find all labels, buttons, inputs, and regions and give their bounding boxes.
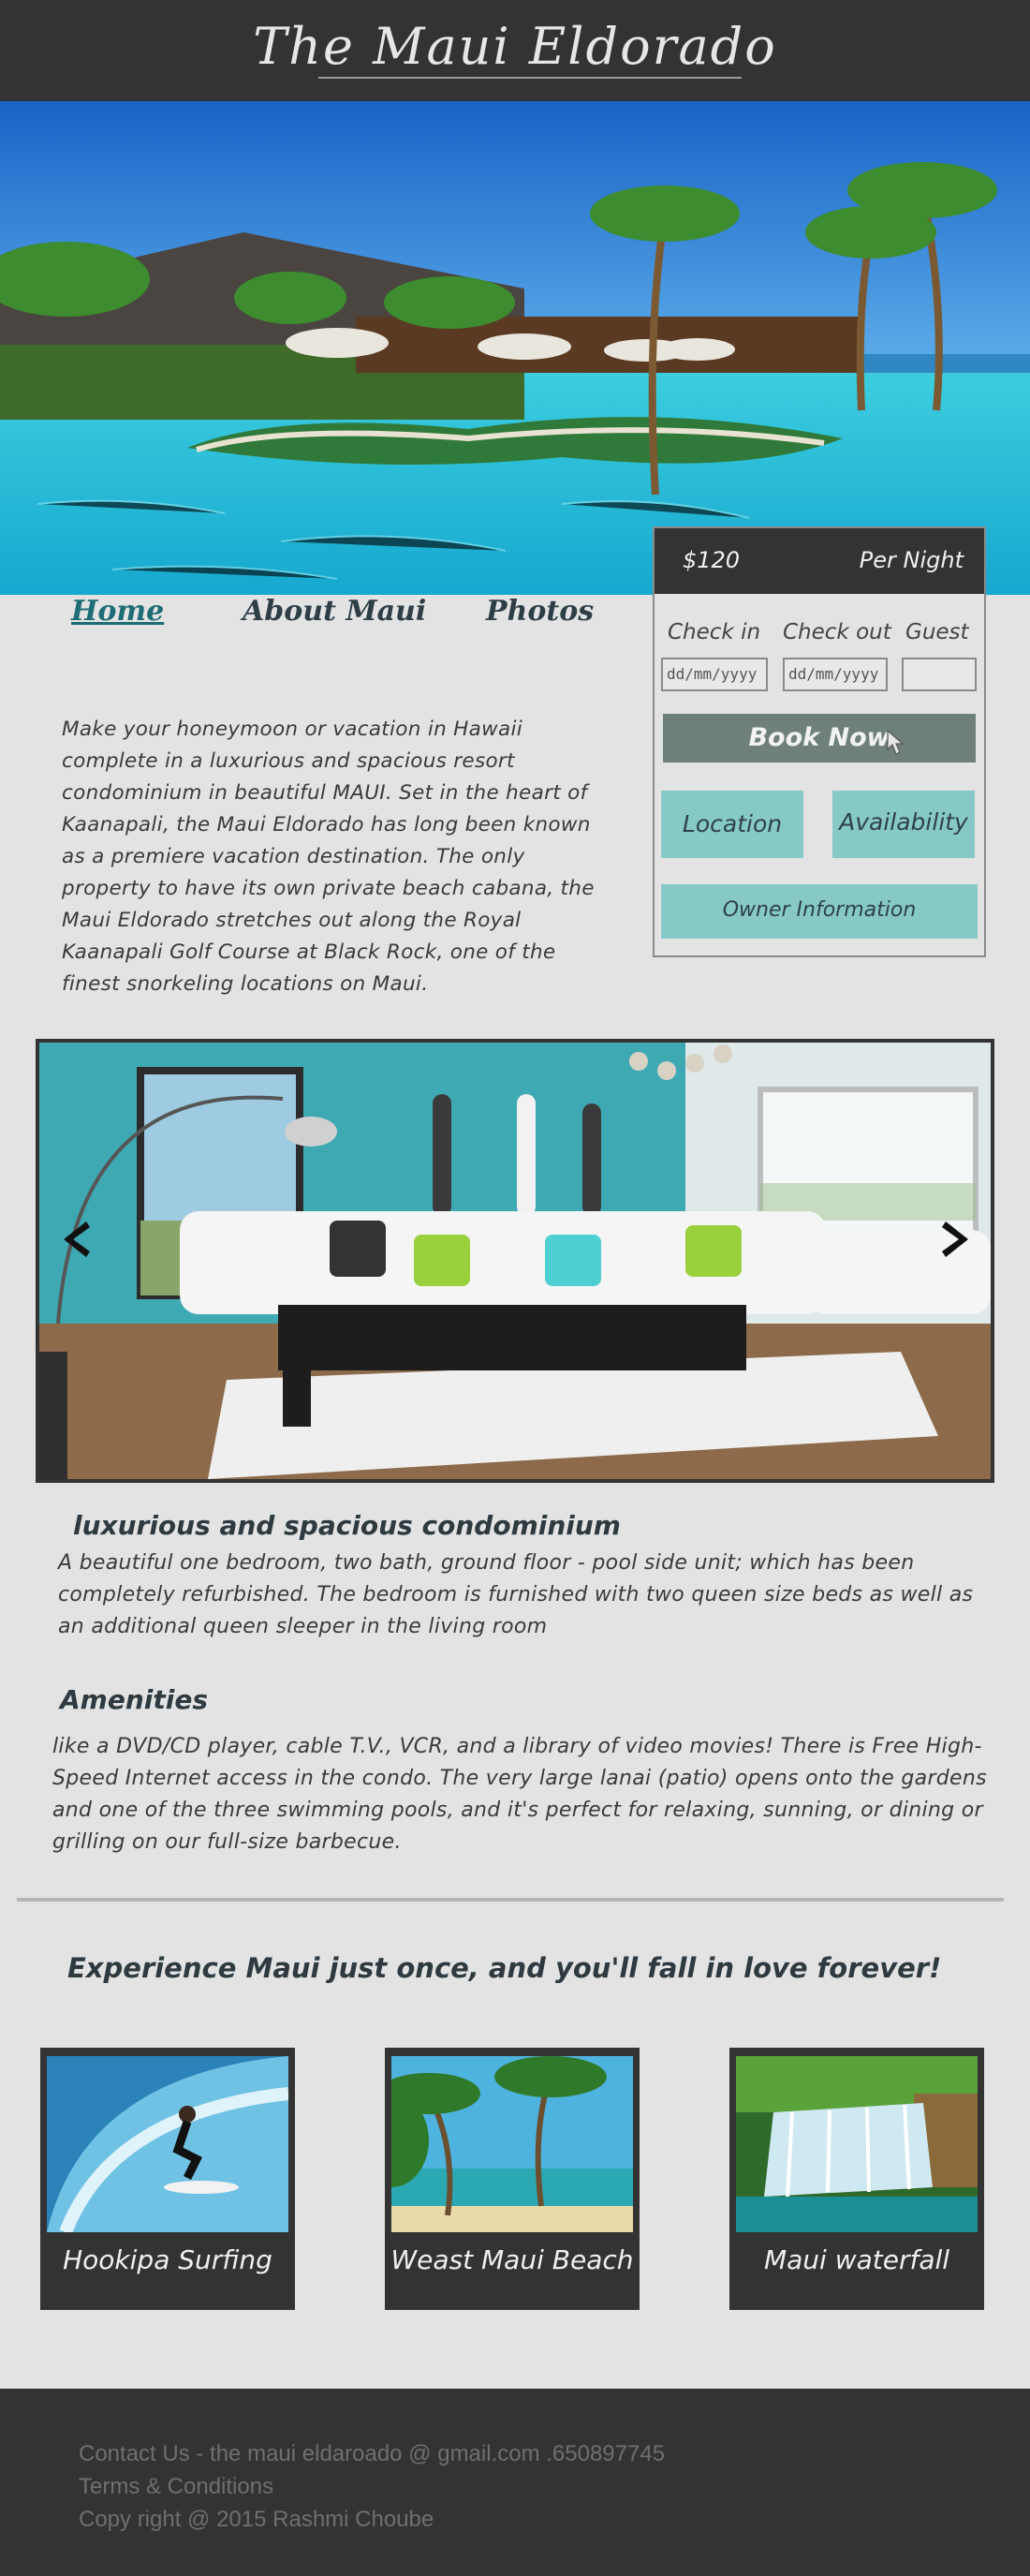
chevron-left-icon[interactable] [58,1218,96,1261]
footer-contact[interactable]: Contact Us - the maui eldaroado @ gmail.… [79,2441,665,2467]
check-in-input[interactable]: dd/mm/yyyy [661,658,768,691]
check-out-input[interactable]: dd/mm/yyyy [783,658,888,691]
waterfall-image [736,2056,978,2232]
guest-input[interactable] [902,658,977,691]
card-caption: Maui waterfall [763,2244,950,2275]
card-west-maui-beach[interactable]: Weast Maui Beach [385,2048,640,2310]
card-caption: Weast Maui Beach [390,2244,634,2275]
guest-label: Guest [905,620,969,644]
chevron-right-icon[interactable] [936,1218,974,1261]
section-divider [17,1898,1004,1902]
title-underline [318,77,742,79]
footer-terms-link[interactable]: Terms & Conditions [79,2474,273,2500]
condo-heading: luxurious and spacious condominium [73,1510,621,1541]
footer-copyright: Copy right @ 2015 Rashmi Choube [79,2507,434,2532]
hero-image [0,101,1030,595]
intro-paragraph: Make your honeymoon or vacation in Hawai… [62,718,595,996]
nav-about-maui[interactable]: About Maui [243,595,426,628]
tagline: Experience Maui just once, and you'll fa… [67,1952,942,1984]
nav-photos[interactable]: Photos [486,595,594,628]
amenities-description: like a DVD/CD player, cable T.V., VCR, a… [52,1735,987,1854]
check-out-label: Check out [783,620,891,644]
beach-image [391,2056,633,2232]
cursor-icon [887,729,905,755]
condo-description: A beautiful one bedroom, two bath, groun… [58,1551,974,1638]
check-in-label: Check in [668,620,761,644]
site-title: The Maui Eldorado [253,17,777,76]
nav-home[interactable]: Home [71,595,164,628]
card-hookipa-surfing[interactable]: Hookipa Surfing [40,2048,295,2310]
amenities-heading: Amenities [60,1684,209,1715]
surfing-image [47,2056,288,2232]
book-now-label: Book Now [748,723,890,752]
card-caption: Hookipa Surfing [63,2244,272,2275]
booking-panel: $120 Per Night Check in Check out Guest … [653,526,986,957]
location-button[interactable]: Location [661,791,803,858]
card-maui-waterfall[interactable]: Maui waterfall [729,2048,984,2310]
availability-button[interactable]: Availability [832,791,975,858]
price-bar: $120 Per Night [655,528,984,594]
photo-slider [36,1039,994,1483]
book-now-button[interactable]: Book Now [663,714,976,762]
price-value: $120 [683,547,741,573]
owner-information-button[interactable]: Owner Information [661,884,978,939]
per-night-label: Per Night [859,547,964,573]
